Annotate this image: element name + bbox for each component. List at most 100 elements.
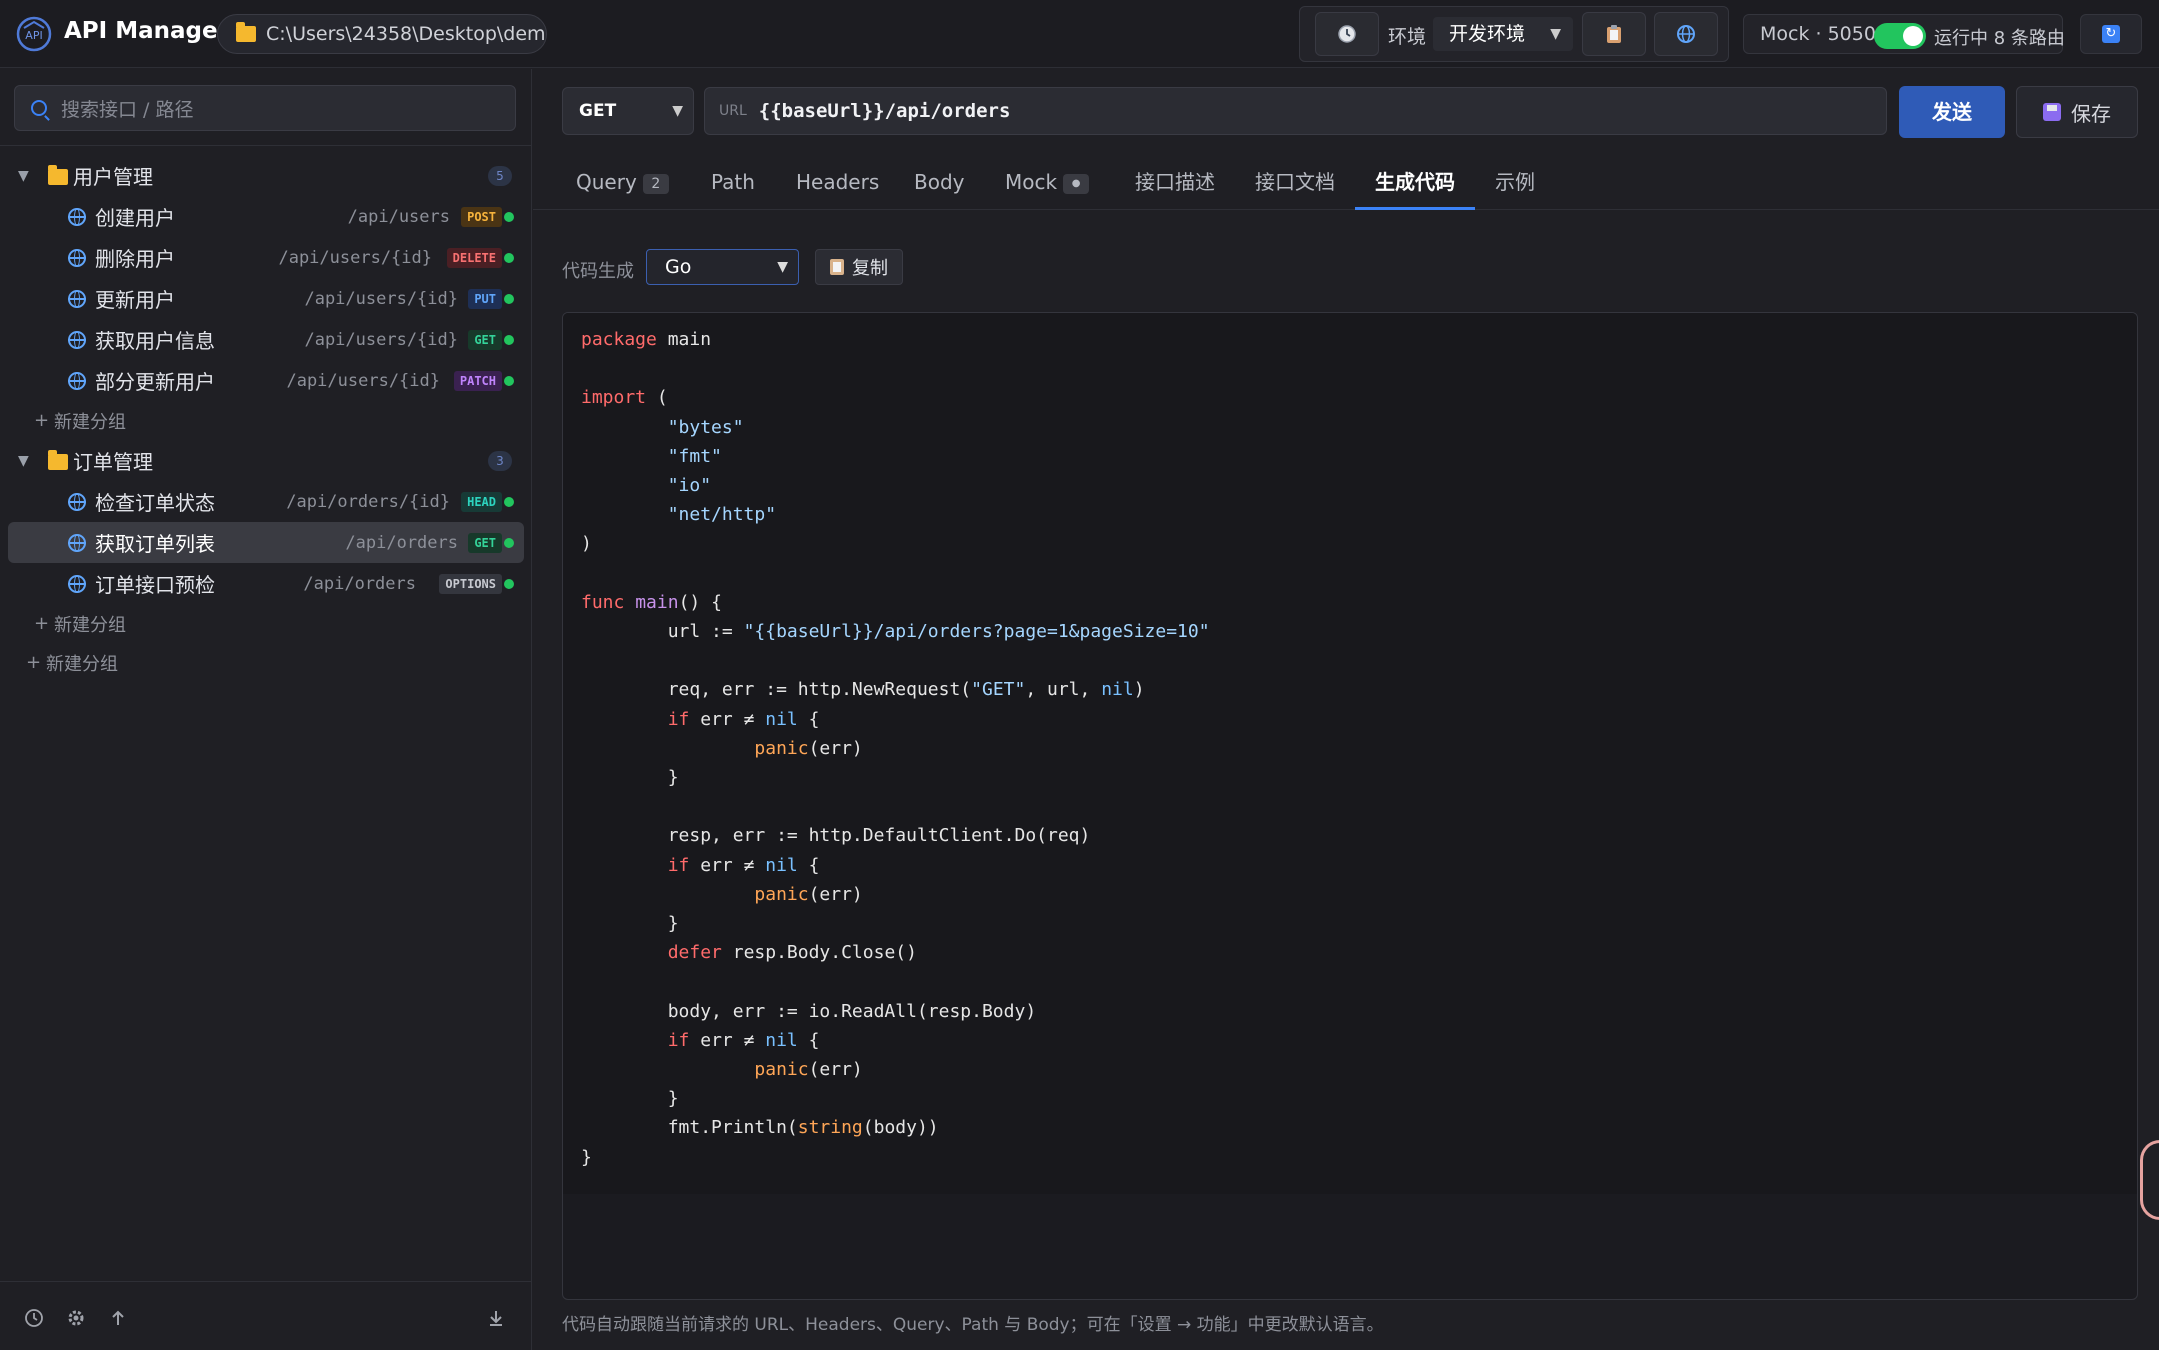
tab-label: 接口文档 [1255, 170, 1335, 194]
history-icon [1338, 25, 1356, 43]
request-tabs: Query 2 Path Headers Body Mock ● 接口描述 接口文档… [533, 154, 2159, 210]
code-line: } [581, 913, 679, 935]
method-badge: HEAD [461, 491, 502, 512]
code-panel[interactable]: package main ​ import ( "bytes" "fmt" "io"… [562, 312, 2138, 1300]
tab-badge: 2 [642, 173, 669, 194]
codegen-footer-note: 代码自动跟随当前请求的 URL、Headers、Query、Path 与 Bod… [562, 1315, 1384, 1335]
method-badge: PATCH [453, 370, 502, 391]
code-line: fmt.Println(string(body)) [581, 1117, 939, 1139]
code-line: } [581, 1146, 592, 1168]
mock-server-panel: Mock · 5050 运行中 8 条路由 [1743, 14, 2065, 54]
code-line: panic(err) [754, 883, 863, 905]
copy-label: 复制 [852, 258, 888, 279]
group-count: 3 [488, 450, 512, 471]
tab-codegen[interactable]: 生成代码 [1355, 154, 1475, 210]
add-group-button[interactable]: + 新建分组 [0, 401, 532, 440]
api-item-get-user[interactable]: 获取用户信息 /api/users/{id} GET [0, 319, 532, 360]
api-path: /api/orders [345, 532, 458, 553]
group-count: 5 [488, 165, 512, 186]
history-icon[interactable] [24, 1308, 44, 1328]
code-line: panic(err) [754, 737, 863, 759]
code-line: resp, err := http.DefaultClient.Do(req) [581, 825, 1091, 847]
globe-icon [68, 372, 86, 390]
tab-description[interactable]: 接口描述 [1135, 154, 1215, 210]
api-name: 创建用户 [95, 206, 175, 230]
method-badge: GET [468, 532, 502, 553]
history-button[interactable] [1315, 12, 1379, 56]
copy-button[interactable]: 复制 [815, 249, 903, 285]
add-group-label: 新建分组 [46, 653, 118, 675]
globe-icon [68, 575, 86, 593]
add-root-group-button[interactable]: + 新建分组 [0, 643, 532, 682]
api-path: /api/users/{id} [278, 247, 432, 268]
tab-headers[interactable]: Headers [796, 154, 879, 210]
send-button[interactable]: 发送 [1899, 86, 2005, 138]
language-select[interactable]: Go ▼ [646, 249, 799, 285]
status-dot [504, 252, 514, 263]
globe-button[interactable] [1654, 12, 1718, 56]
tab-mock[interactable]: Mock ● [1005, 154, 1090, 210]
decoration-graphic [2140, 1140, 2159, 1220]
tab-path[interactable]: Path [711, 154, 755, 210]
download-icon[interactable] [486, 1308, 506, 1328]
group-row-orders[interactable]: ▼ 订单管理 3 [0, 440, 532, 481]
globe-icon [68, 493, 86, 511]
refresh-button[interactable]: ↻ [2080, 14, 2142, 54]
tab-examples[interactable]: 示例 [1495, 154, 1535, 210]
tab-label: 接口描述 [1135, 170, 1215, 194]
globe-icon [68, 208, 86, 226]
search-input[interactable]: 搜索接口 / 路径 [14, 85, 516, 131]
api-name: 检查订单状态 [95, 491, 215, 515]
api-item-options-order[interactable]: 订单接口预检 /api/orders OPTIONS [0, 563, 532, 604]
api-name: 订单接口预检 [95, 573, 215, 597]
sidebar-footer [0, 1281, 532, 1350]
api-name: 更新用户 [95, 288, 175, 312]
code-line: "bytes" [667, 416, 744, 438]
env-label: 环境 [1388, 26, 1427, 48]
tab-docs[interactable]: 接口文档 [1255, 154, 1335, 210]
group-row-users[interactable]: ▼ 用户管理 5 [0, 155, 532, 196]
method-badge: GET [468, 329, 502, 350]
code-line: url := "{{baseUrl}}/api/orders?page=1&pa… [581, 621, 1210, 643]
api-item-patch-user[interactable]: 部分更新用户 /api/users/{id} PATCH [0, 360, 532, 401]
method-select[interactable]: GET ▼ [562, 87, 694, 135]
settings-gear-icon[interactable] [66, 1308, 86, 1328]
status-dot [504, 375, 514, 386]
url-tag: URL [719, 103, 747, 119]
api-item-create-user[interactable]: 创建用户 /api/users POST [0, 196, 532, 237]
save-button[interactable]: 保存 [2016, 86, 2138, 138]
plus-icon: + [34, 613, 50, 634]
project-path-button[interactable]: C:\Users\24358\Desktop\demo [217, 14, 547, 54]
add-group-button[interactable]: + 新建分组 [0, 604, 532, 643]
clipboard-icon [1607, 25, 1621, 43]
clipboard-button[interactable] [1582, 12, 1646, 56]
code-line: ) [581, 533, 592, 555]
tab-body[interactable]: Body [914, 154, 965, 210]
code-line: "net/http" [667, 504, 777, 526]
api-item-delete-user[interactable]: 删除用户 /api/users/{id} DELETE [0, 237, 532, 278]
floppy-disk-icon [2043, 103, 2061, 121]
add-group-label: 新建分组 [54, 411, 126, 433]
url-input[interactable]: URL {{baseUrl}}/api/orders [704, 87, 1887, 135]
globe-icon [68, 290, 86, 308]
mock-status: 运行中 8 条路由 [1934, 28, 2065, 49]
tab-label: Headers [796, 170, 880, 194]
api-item-update-user[interactable]: 更新用户 /api/users/{id} PUT [0, 278, 532, 319]
upload-arrow-icon[interactable] [108, 1308, 128, 1328]
code-line: if err ≠ nil { [667, 1029, 820, 1051]
api-path: /api/users/{id} [304, 288, 458, 309]
code-line: ​ [581, 354, 1210, 383]
chevron-down-icon: ▼ [777, 259, 788, 275]
api-item-head-order[interactable]: 检查订单状态 /api/orders/{id} HEAD [0, 481, 532, 522]
code-line: ​ [581, 646, 1210, 675]
api-path: /api/users/{id} [304, 329, 458, 350]
code-line: func main() { [581, 591, 722, 613]
mock-toggle[interactable] [1874, 23, 1926, 49]
code-line: panic(err) [754, 1059, 863, 1081]
status-dot [504, 211, 514, 222]
api-item-list-orders[interactable]: 获取订单列表 /api/orders GET [8, 522, 524, 563]
code-line: ​ [581, 967, 1210, 996]
env-select[interactable]: 开发环境 ▼ [1433, 17, 1573, 51]
tab-label: Path [711, 170, 755, 194]
tab-query[interactable]: Query 2 [576, 154, 669, 210]
